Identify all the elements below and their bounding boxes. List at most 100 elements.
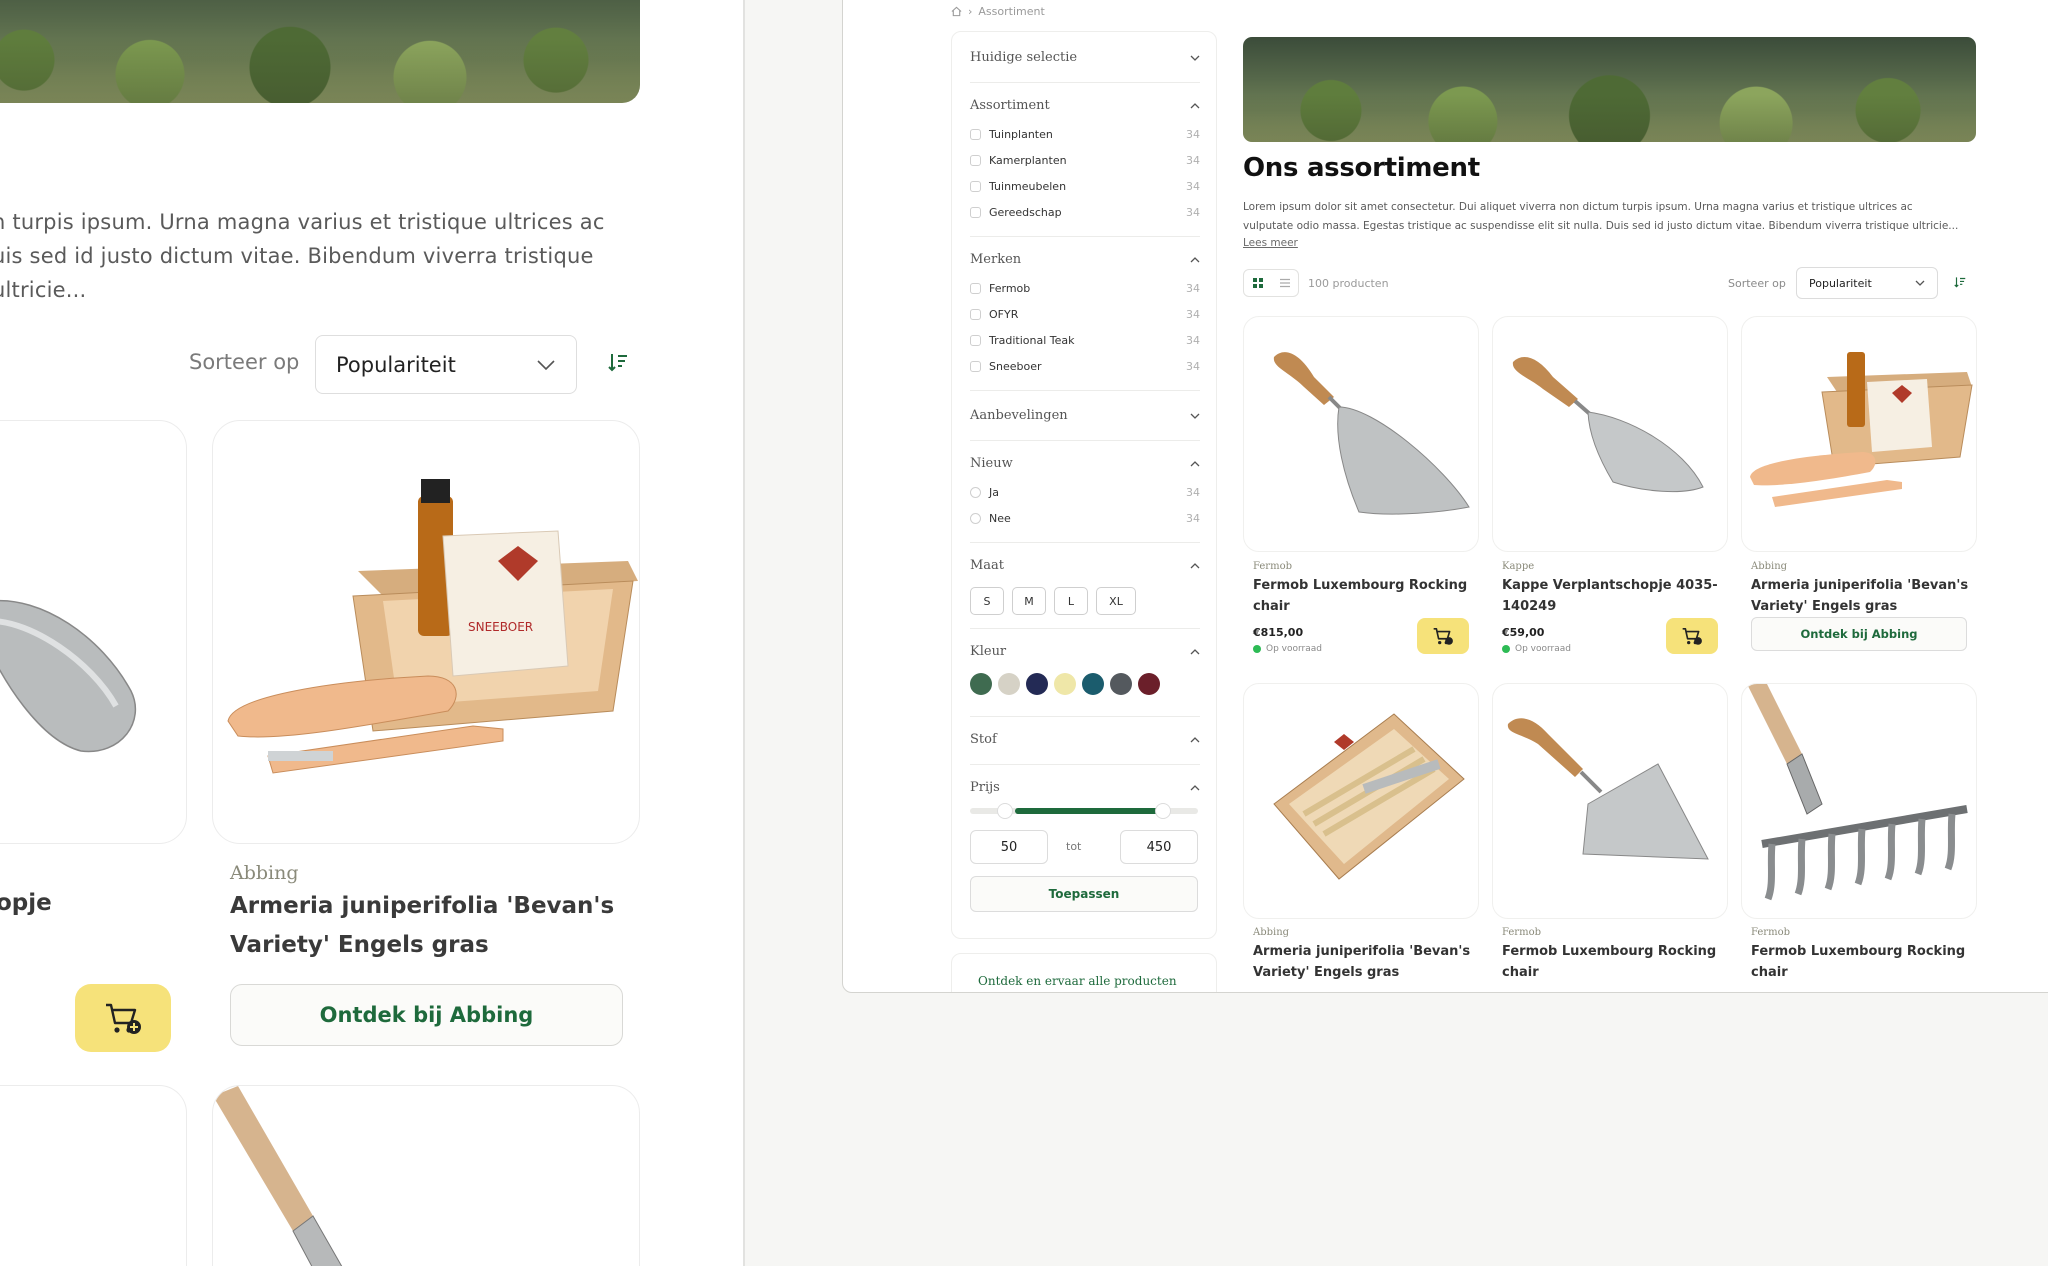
price-max-handle[interactable]: [1155, 803, 1171, 819]
chevron-up-icon: [1190, 102, 1200, 108]
filter-header[interactable]: Assortiment: [970, 98, 1200, 113]
product-card[interactable]: [1492, 683, 1728, 919]
add-to-cart-button[interactable]: [75, 984, 171, 1052]
product-title[interactable]: Armeria juniperifolia 'Bevan's Variety' …: [1253, 941, 1489, 983]
filter-option[interactable]: Sneeboer 34: [970, 353, 1200, 379]
color-swatch[interactable]: [998, 673, 1020, 695]
chevron-up-icon: [1190, 736, 1200, 742]
product-card[interactable]: SNEEBOER: [212, 420, 640, 844]
page-title: Ons assortiment: [1243, 153, 1480, 183]
discover-all-link[interactable]: Ontdek en ervaar alle producten: [951, 953, 1217, 992]
product-title[interactable]: Fermob Luxembourg Rocking chair: [1751, 941, 1987, 983]
breadcrumb: › Assortiment: [951, 5, 1045, 18]
filter-new: Nieuw Ja 34 Nee 34: [970, 456, 1200, 531]
checkbox[interactable]: [970, 334, 981, 346]
product-brand: Fermob: [1502, 927, 1541, 938]
price-min-input[interactable]: 50: [970, 830, 1048, 864]
filter-color: Kleur: [970, 644, 1200, 695]
product-card[interactable]: [0, 1085, 187, 1266]
chevron-up-icon: [1190, 256, 1200, 262]
list-view-button[interactable]: [1271, 270, 1298, 296]
discover-button[interactable]: Ontdek bij Abbing: [230, 984, 623, 1046]
price-range-slider[interactable]: [970, 803, 1198, 819]
product-card[interactable]: [1741, 683, 1977, 919]
product-card[interactable]: [1741, 316, 1977, 552]
product-title[interactable]: Armeria juniperifolia 'Bevan's Variety' …: [230, 887, 650, 965]
filter-option[interactable]: Gereedschap 34: [970, 199, 1200, 225]
product-price: €59,00: [1502, 626, 1545, 639]
filter-recommendations[interactable]: Aanbevelingen: [970, 408, 1200, 423]
product-title[interactable]: Armeria juniperifolia 'Bevan's Variety' …: [1751, 575, 1987, 617]
filter-option[interactable]: Nee 34: [970, 505, 1200, 531]
size-option[interactable]: L: [1054, 587, 1088, 615]
size-option[interactable]: M: [1012, 587, 1046, 615]
product-brand: Abbing: [230, 862, 299, 884]
product-title-partial: opje: [0, 890, 52, 916]
filter-option[interactable]: Traditional Teak 34: [970, 327, 1200, 353]
discover-button[interactable]: Ontdek bij Abbing: [1751, 617, 1967, 651]
category-description: Lorem ipsum dolor sit amet consectetur. …: [1243, 198, 1978, 236]
radio[interactable]: [970, 486, 981, 498]
filter-header[interactable]: Merken: [970, 252, 1200, 267]
sort-label: Sorteer op: [1728, 277, 1786, 290]
filter-option[interactable]: Tuinplanten 34: [970, 121, 1200, 147]
filter-header[interactable]: Kleur: [970, 644, 1200, 659]
filter-header[interactable]: Nieuw: [970, 456, 1200, 471]
color-swatch[interactable]: [1138, 673, 1160, 695]
filter-option[interactable]: Fermob 34: [970, 275, 1200, 301]
home-icon[interactable]: [951, 6, 962, 17]
view-toggle: [1243, 269, 1299, 297]
apply-filter-button[interactable]: Toepassen: [970, 876, 1198, 912]
filter-option[interactable]: Ja 34: [970, 479, 1200, 505]
sort-select[interactable]: Populariteit: [1796, 267, 1938, 299]
checkbox[interactable]: [970, 154, 981, 166]
product-title[interactable]: Kappe Verplantschopje 4035-140249: [1502, 575, 1738, 617]
filter-current-selection[interactable]: Huidige selectie: [970, 50, 1200, 65]
filter-option[interactable]: Kamerplanten 34: [970, 147, 1200, 173]
filter-price[interactable]: Prijs: [970, 780, 1200, 795]
size-option[interactable]: XL: [1096, 587, 1136, 615]
filter-option[interactable]: OFYR 34: [970, 301, 1200, 327]
checkbox[interactable]: [970, 206, 981, 218]
product-card[interactable]: [1243, 316, 1479, 552]
product-image: [1512, 357, 1704, 493]
checkbox[interactable]: [970, 308, 981, 320]
breadcrumb-current[interactable]: Assortiment: [978, 5, 1044, 18]
grid-view-button[interactable]: [1244, 270, 1271, 296]
filter-assortment: Assortiment Tuinplanten 34 Kamerplanten 34…: [970, 98, 1200, 225]
color-swatch[interactable]: [1110, 673, 1132, 695]
checkbox[interactable]: [970, 282, 981, 294]
stock-status: Op voorraad: [1502, 644, 1571, 654]
filter-header[interactable]: Maat: [970, 558, 1200, 573]
sort-select[interactable]: Populariteit: [315, 335, 577, 394]
sort-order-icon[interactable]: [1953, 275, 1967, 289]
color-swatch[interactable]: [1054, 673, 1076, 695]
filter-fabric[interactable]: Stof: [970, 732, 1200, 747]
sort-order-icon[interactable]: [606, 350, 630, 374]
product-card[interactable]: [0, 420, 187, 844]
color-swatch[interactable]: [1026, 673, 1048, 695]
filter-size: Maat S M L XL: [970, 558, 1200, 615]
filter-option[interactable]: Tuinmeubelen 34: [970, 173, 1200, 199]
chevron-up-icon: [1190, 562, 1200, 568]
radio[interactable]: [970, 512, 981, 524]
cart-add-icon: [106, 1003, 141, 1034]
checkbox[interactable]: [970, 180, 981, 192]
add-to-cart-button[interactable]: [1417, 618, 1469, 654]
read-more-link[interactable]: Lees meer: [1243, 237, 1298, 249]
product-title[interactable]: Fermob Luxembourg Rocking chair: [1253, 575, 1489, 617]
price-max-input[interactable]: 450: [1120, 830, 1198, 864]
checkbox[interactable]: [970, 360, 981, 372]
price-min-handle[interactable]: [997, 803, 1013, 819]
product-card[interactable]: [1243, 683, 1479, 919]
color-swatch[interactable]: [1082, 673, 1104, 695]
stock-dot: [1253, 645, 1261, 653]
product-card[interactable]: [212, 1085, 640, 1266]
product-card[interactable]: [1492, 316, 1728, 552]
add-to-cart-button[interactable]: [1666, 618, 1718, 654]
checkbox[interactable]: [970, 128, 981, 140]
product-title[interactable]: Fermob Luxembourg Rocking chair: [1502, 941, 1738, 983]
color-swatch[interactable]: [970, 673, 992, 695]
description-line: n turpis ipsum. Urna magna varius et tri…: [0, 210, 605, 234]
size-option[interactable]: S: [970, 587, 1004, 615]
